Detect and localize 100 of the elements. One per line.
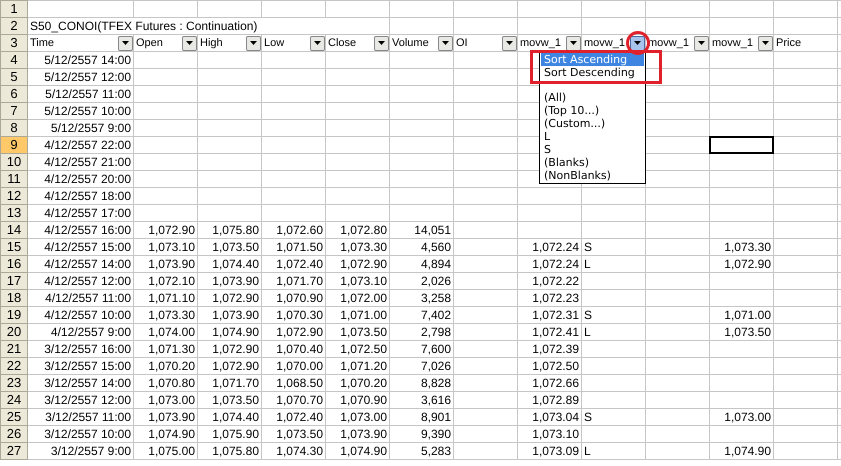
- table-cell: 5,283: [420, 444, 451, 458]
- filter-dropdown-button[interactable]: [694, 36, 709, 50]
- table-cell: 1,074.00: [148, 325, 195, 339]
- menu-item[interactable]: (Blanks): [541, 156, 644, 169]
- row-number[interactable]: 26: [0, 426, 28, 442]
- row-number[interactable]: 19: [0, 306, 28, 324]
- filter-dropdown-button[interactable]: [758, 36, 773, 50]
- table-cell: 1,075.80: [212, 223, 259, 237]
- table-cell: 1,073.90: [148, 410, 195, 424]
- table-cell: 1,074.40: [212, 257, 259, 271]
- table-cell: S: [584, 410, 592, 424]
- table-cell: 4/12/2557 14:00: [44, 257, 131, 271]
- table-cell: 7,402: [420, 308, 451, 322]
- table-cell: 1,072.31: [532, 308, 579, 322]
- table-cell: 1,074.30: [276, 444, 323, 458]
- filter-dropdown-button[interactable]: [182, 36, 197, 50]
- table-cell: 7,026: [420, 359, 451, 373]
- table-cell: 1,072.90: [148, 223, 195, 237]
- table-cell: 1,074.90: [148, 427, 195, 441]
- table-cell: 3/12/2557 15:00: [44, 359, 131, 373]
- row-number[interactable]: 15: [0, 238, 28, 256]
- table-cell: 1,072.90: [276, 325, 323, 339]
- menu-item[interactable]: (All): [541, 91, 644, 104]
- table-cell: 1,073.10: [532, 427, 579, 441]
- row-number[interactable]: 6: [0, 86, 28, 102]
- table-cell: 1,070.80: [148, 376, 195, 390]
- active-cell[interactable]: [709, 136, 774, 154]
- table-cell: 3,616: [420, 393, 451, 407]
- menu-item[interactable]: (Top 10...): [541, 104, 644, 117]
- menu-item[interactable]: (NonBlanks): [541, 169, 644, 182]
- menu-item[interactable]: L: [541, 130, 644, 143]
- row-number[interactable]: 21: [0, 340, 28, 358]
- row-number[interactable]: 24: [0, 392, 28, 408]
- table-cell: L: [584, 444, 591, 458]
- table-cell: 1,072.23: [532, 291, 579, 305]
- table-cell: 1,070.20: [148, 359, 195, 373]
- table-cell: 1,073.50: [212, 393, 259, 407]
- row-number[interactable]: 5: [0, 68, 28, 86]
- table-cell: 5/12/2557 9:00: [50, 121, 131, 135]
- table-cell: 1,071.00: [724, 308, 771, 322]
- row-number[interactable]: 18: [0, 290, 28, 306]
- row-number[interactable]: 1: [0, 0, 28, 18]
- table-cell: 3/12/2557 9:00: [50, 444, 131, 458]
- row-number[interactable]: 7: [0, 102, 28, 120]
- caret-icon: [442, 41, 449, 45]
- table-cell: 1,073.50: [724, 325, 771, 339]
- menu-item[interactable]: Sort Descending: [541, 66, 644, 79]
- caret-icon: [762, 41, 769, 45]
- row-number[interactable]: 20: [0, 324, 28, 340]
- filter-dropdown-button[interactable]: [118, 36, 133, 50]
- filter-dropdown-button[interactable]: [374, 36, 389, 50]
- filter-dropdown-button[interactable]: [630, 36, 645, 50]
- table-cell: 1,072.90: [340, 257, 387, 271]
- table-cell: 1,070.30: [276, 308, 323, 322]
- table-cell: 1,073.00: [724, 410, 771, 424]
- caret-icon: [122, 41, 129, 45]
- row-number[interactable]: 10: [0, 154, 28, 170]
- table-cell: 5/12/2557 14:00: [44, 53, 131, 67]
- row-number[interactable]: 17: [0, 272, 28, 290]
- caret-icon: [634, 41, 641, 45]
- table-cell: 1,072.41: [532, 325, 579, 339]
- row-number[interactable]: 9: [0, 136, 28, 154]
- filter-dropdown-button[interactable]: [566, 36, 581, 50]
- table-cell: 3/12/2557 10:00: [44, 427, 131, 441]
- table-cell: 2,798: [420, 325, 451, 339]
- row-number[interactable]: 8: [0, 120, 28, 136]
- filter-dropdown-button[interactable]: [246, 36, 261, 50]
- menu-item[interactable]: Sort Ascending: [541, 53, 644, 66]
- row-number[interactable]: 25: [0, 408, 28, 426]
- filter-dropdown-button[interactable]: [438, 36, 453, 50]
- row-number[interactable]: 23: [0, 374, 28, 392]
- filter-dropdown-button[interactable]: [502, 36, 517, 50]
- table-cell: 1,072.60: [276, 223, 323, 237]
- table-cell: 1,072.66: [532, 376, 579, 390]
- column-header: movw_1: [520, 36, 561, 51]
- column-header: Low: [264, 36, 284, 51]
- row-number[interactable]: 22: [0, 358, 28, 374]
- row-number[interactable]: 2: [0, 18, 28, 34]
- table-cell: 4,560: [420, 240, 451, 254]
- row-number[interactable]: 13: [0, 204, 28, 222]
- table-cell: 1,072.80: [340, 223, 387, 237]
- column-header: Open: [136, 36, 163, 51]
- table-cell: 1,074.90: [724, 444, 771, 458]
- caret-icon: [378, 41, 385, 45]
- table-cell: 9,390: [420, 427, 451, 441]
- menu-item[interactable]: (Custom...): [541, 117, 644, 130]
- filter-dropdown-button[interactable]: [310, 36, 325, 50]
- menu-item[interactable]: S: [541, 143, 644, 156]
- table-cell: 1,071.50: [276, 240, 323, 254]
- column-header: Price: [776, 36, 802, 51]
- table-cell: 4/12/2557 21:00: [44, 155, 131, 169]
- table-cell: L: [584, 325, 591, 339]
- row-number[interactable]: 3: [0, 34, 28, 52]
- row-number[interactable]: 16: [0, 256, 28, 272]
- row-number[interactable]: 12: [0, 188, 28, 204]
- row-number[interactable]: 27: [0, 442, 28, 460]
- row-number[interactable]: 4: [0, 52, 28, 68]
- row-number[interactable]: 11: [0, 170, 28, 188]
- table-cell: 7,600: [420, 342, 451, 356]
- row-number[interactable]: 14: [0, 222, 28, 238]
